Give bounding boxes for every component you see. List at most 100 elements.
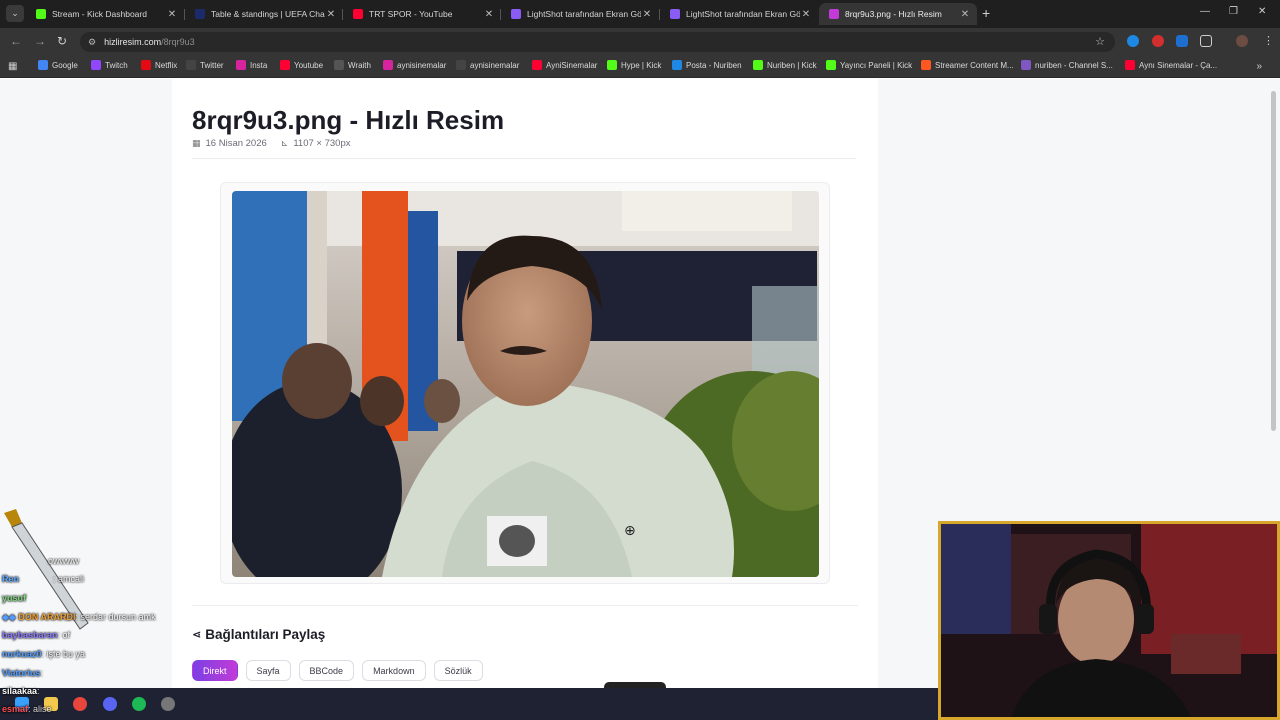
image-dimensions: 1107 × 730px (293, 138, 351, 149)
back-icon[interactable]: ← (10, 34, 22, 48)
forward-icon[interactable]: → (34, 34, 46, 48)
bookmark-item[interactable]: Youtube (280, 60, 323, 70)
bookmark-favicon-icon (383, 60, 393, 70)
url-path: /8rqr9u3 (161, 37, 195, 47)
bookmarks-bar: ▦ Google Twitch Netflix Twitter Insta Youtube… (0, 56, 1280, 78)
dimensions-icon: ⊾ (280, 138, 289, 148)
close-icon[interactable]: ✕ (166, 9, 178, 20)
bookmark-favicon-icon (826, 60, 836, 70)
bookmark-star-icon[interactable]: ☆ (1095, 35, 1105, 48)
reload-icon[interactable]: ↻ (57, 34, 67, 48)
bookmark-label: Youtube (294, 60, 324, 70)
bookmark-favicon-icon (91, 60, 101, 70)
app-icon[interactable] (161, 697, 175, 711)
tab-title: Stream - Kick Dashboard (52, 9, 147, 19)
extensions-puzzle-icon[interactable] (1200, 35, 1212, 47)
close-icon[interactable]: ✕ (483, 9, 495, 20)
share-tab-sozluk[interactable]: Sözlük (433, 660, 483, 681)
share-tab-bbcode[interactable]: BBCode (298, 660, 355, 681)
bookmark-favicon-icon (921, 60, 931, 70)
bookmark-item[interactable]: Wraith (334, 60, 371, 70)
browser-tab-strip: ⌄ Stream - Kick Dashboard ✕ Table & stan… (0, 0, 1280, 28)
share-tab-markdown[interactable]: Markdown (362, 660, 426, 681)
bookmark-item[interactable]: aynisinemalar (456, 60, 519, 70)
bookmark-item[interactable]: nuriben - Channel S... (1021, 60, 1113, 70)
bookmark-item[interactable]: Yayıncı Paneli | Kick (826, 60, 912, 70)
page-scrollbar[interactable] (1271, 91, 1276, 431)
bookmark-label: Nuriben | Kick (767, 60, 817, 70)
share-tab-direkt[interactable]: Direkt (192, 660, 238, 681)
bookmark-label: Posta - Nuriben (686, 60, 742, 70)
site-info-icon[interactable]: ⚙ (88, 37, 96, 48)
bookmark-item[interactable]: Netflix (141, 60, 177, 70)
close-window-button[interactable]: ✕ (1258, 6, 1266, 17)
bookmark-item[interactable]: Insta (236, 60, 267, 70)
uploaded-photo[interactable]: ⊕ (232, 191, 819, 577)
tab-lightshot-1[interactable]: LightShot tarafından Ekran Gön ✕ (501, 3, 659, 25)
close-icon[interactable]: ✕ (641, 9, 653, 20)
bookmark-item[interactable]: aynisinemalar (383, 60, 446, 70)
bookmark-item[interactable]: Google (38, 60, 78, 70)
address-bar[interactable]: ⚙ hizliresim.com /8rqr9u3 ☆ (80, 32, 1115, 52)
close-icon[interactable]: ✕ (959, 9, 971, 20)
tab-trt-spor[interactable]: TRT SPOR - YouTube ✕ (343, 3, 501, 25)
tab-lightshot-2[interactable]: LightShot tarafından Ekran Gön ✕ (660, 3, 818, 25)
new-tab-button[interactable]: + (982, 5, 990, 21)
spotify-icon[interactable] (132, 697, 146, 711)
bookmark-label: Wraith (348, 60, 371, 70)
tab-kick-dashboard[interactable]: Stream - Kick Dashboard ✕ (26, 3, 184, 25)
share-icon: ⋖ (192, 629, 202, 641)
page-title: 8rqr9u3.png - Hızlı Resim (192, 105, 505, 135)
bookmark-label: Twitter (200, 60, 224, 70)
close-icon[interactable]: ✕ (800, 9, 812, 20)
restore-button[interactable]: ❐ (1229, 6, 1238, 17)
upload-date: 16 Nisan 2026 (205, 138, 267, 149)
bookmark-item[interactable]: Nuriben | Kick (753, 60, 817, 70)
bookmark-favicon-icon (186, 60, 196, 70)
bookmark-favicon-icon (280, 60, 290, 70)
bookmark-item[interactable]: Posta - Nuriben (672, 60, 742, 70)
divider (192, 158, 856, 159)
bookmark-item[interactable]: Twitter (186, 60, 224, 70)
tab-hizliresim[interactable]: 8rqr9u3.png - Hızlı Resim ✕ (819, 3, 977, 25)
extension-icon[interactable] (1127, 35, 1139, 47)
bookmark-label: Twitch (105, 60, 128, 70)
tab-search-button[interactable]: ⌄ (6, 5, 24, 22)
minimize-button[interactable]: — (1200, 6, 1210, 17)
share-tab-sayfa[interactable]: Sayfa (245, 660, 291, 681)
share-format-tabs: Direkt Sayfa BBCode Markdown Sözlük (192, 660, 491, 681)
bookmark-label: Hype | Kick (621, 60, 662, 70)
profile-avatar[interactable] (1236, 35, 1248, 47)
bookmark-favicon-icon (532, 60, 542, 70)
tab-title: 8rqr9u3.png - Hızlı Resim (845, 9, 942, 19)
webcam-overlay (938, 521, 1280, 720)
apps-grid-icon[interactable]: ▦ (8, 61, 17, 72)
bookmark-favicon-icon (38, 60, 48, 70)
bookmark-label: Yayıncı Paneli | Kick (840, 60, 913, 70)
bookmark-label: AyniSinemalar (546, 60, 598, 70)
bookmark-favicon-icon (236, 60, 246, 70)
tab-uefa-standings[interactable]: Table & standings | UEFA Cham ✕ (185, 3, 343, 25)
browser-toolbar: ← → ↻ ⚙ hizliresim.com /8rqr9u3 ☆ (0, 28, 1280, 56)
bookmark-item[interactable]: Twitch (91, 60, 128, 70)
tab-title: TRT SPOR - YouTube (369, 9, 453, 19)
bookmark-item[interactable]: Streamer Content M... (921, 60, 1014, 70)
chrome-icon[interactable] (73, 697, 87, 711)
bookmark-item[interactable]: Aynı Sinemalar - Ça... (1125, 60, 1217, 70)
discord-icon[interactable] (103, 697, 117, 711)
extension-icon[interactable] (1152, 35, 1164, 47)
bookmark-favicon-icon (456, 60, 466, 70)
more-menu-icon[interactable]: ⋮ (1263, 34, 1274, 47)
tab-title: LightShot tarafından Ekran Gön (527, 9, 641, 19)
chat-message: esmaf: alise (2, 704, 52, 714)
bookmark-label: Aynı Sinemalar - Ça... (1139, 60, 1218, 70)
bookmarks-overflow-icon[interactable]: » (1256, 61, 1262, 72)
zoom-in-icon[interactable]: ⊕ (624, 522, 636, 539)
kick-icon (36, 9, 46, 19)
extension-shield-icon[interactable] (1176, 35, 1188, 47)
bookmark-item[interactable]: AyniSinemalar (532, 60, 597, 70)
bookmark-label: Streamer Content M... (935, 60, 1014, 70)
close-icon[interactable]: ✕ (325, 9, 337, 20)
tab-title: Table & standings | UEFA Cham (211, 9, 325, 19)
bookmark-item[interactable]: Hype | Kick (607, 60, 661, 70)
